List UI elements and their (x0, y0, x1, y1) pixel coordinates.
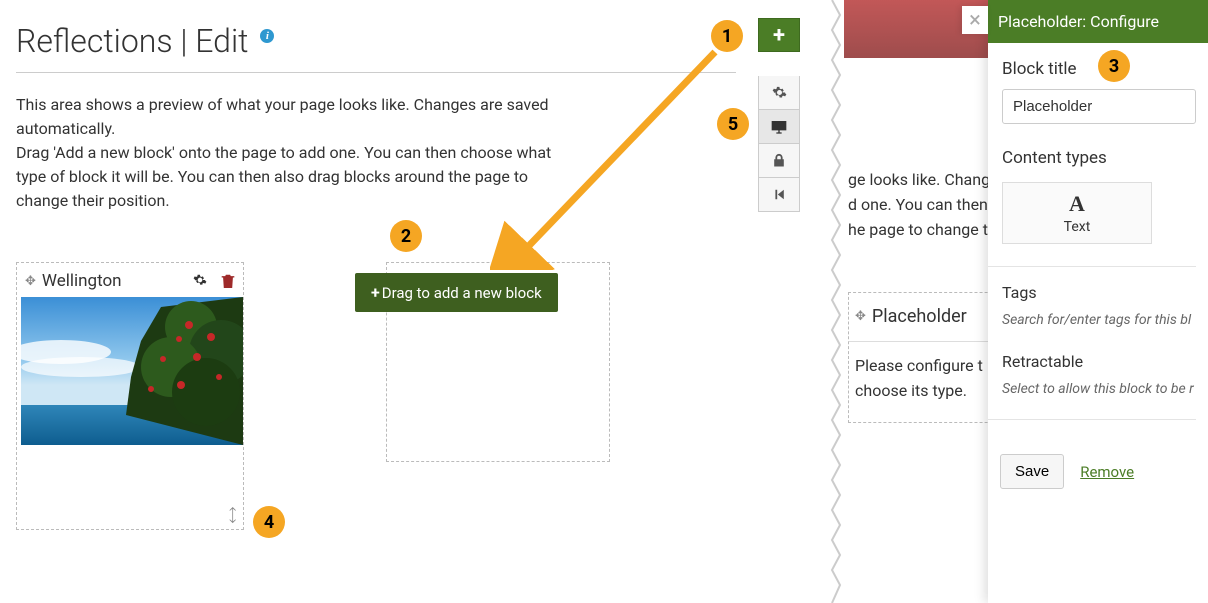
retractable-hint: Select to allow this block to be r (1002, 381, 1196, 397)
drag-label: Drag to add a new block (382, 284, 542, 302)
lock-button[interactable] (758, 144, 800, 178)
tags-label: Tags (1002, 283, 1196, 302)
description-line-1: This area shows a preview of what your p… (16, 93, 556, 141)
configure-panel: × Placeholder: Configure Block title Con… (988, 0, 1208, 603)
block-wellington[interactable]: ✥ Wellington (16, 262, 244, 530)
collapse-button[interactable] (758, 178, 800, 212)
annotation-3: 3 (1098, 50, 1130, 82)
annotation-1: 1 (711, 20, 743, 52)
retractable-label: Retractable (1002, 352, 1196, 371)
monitor-icon (771, 120, 787, 134)
annotation-2: 2 (390, 220, 422, 252)
editor-toolbar: + (758, 18, 800, 212)
settings-button[interactable] (758, 76, 800, 110)
content-type-label: Text (1064, 219, 1091, 235)
block-image (21, 297, 243, 445)
annotation-arrow (490, 40, 740, 270)
trash-icon[interactable] (221, 273, 235, 289)
placeholder-title: Placeholder (872, 303, 967, 331)
skip-back-icon (773, 188, 785, 201)
drop-zone[interactable]: + Drag to add a new block (386, 262, 610, 462)
save-button[interactable]: Save (1000, 454, 1064, 489)
move-icon[interactable]: ✥ (855, 307, 866, 327)
close-icon[interactable]: × (962, 6, 988, 34)
add-block-button[interactable]: + (758, 18, 800, 52)
content-types-label: Content types (1002, 148, 1196, 168)
tags-hint: Search for/enter tags for this bl (1002, 312, 1196, 328)
display-button[interactable] (758, 110, 800, 144)
block-title-input[interactable] (1002, 89, 1196, 124)
annotation-4: 4 (253, 506, 285, 538)
remove-link[interactable]: Remove (1080, 463, 1134, 481)
lock-icon (773, 153, 785, 168)
info-icon[interactable]: i (260, 29, 274, 43)
text-type-icon: A (1069, 191, 1085, 217)
block-title: Wellington (42, 271, 187, 291)
gear-icon (772, 85, 787, 100)
gear-icon[interactable] (193, 273, 207, 289)
split-divider (820, 0, 844, 603)
panel-title: Placeholder: Configure (988, 0, 1208, 43)
page-title: Reflections | Edit (16, 22, 248, 60)
content-type-text[interactable]: A Text (1002, 182, 1152, 244)
description-line-2: Drag 'Add a new block' onto the page to … (16, 141, 556, 213)
annotation-5: 5 (717, 108, 749, 140)
drag-new-block-button[interactable]: + Drag to add a new block (355, 273, 558, 312)
plus-icon: + (371, 283, 380, 302)
resize-handle-icon[interactable]: ⤡ (221, 503, 244, 526)
move-icon[interactable]: ✥ (25, 274, 36, 289)
